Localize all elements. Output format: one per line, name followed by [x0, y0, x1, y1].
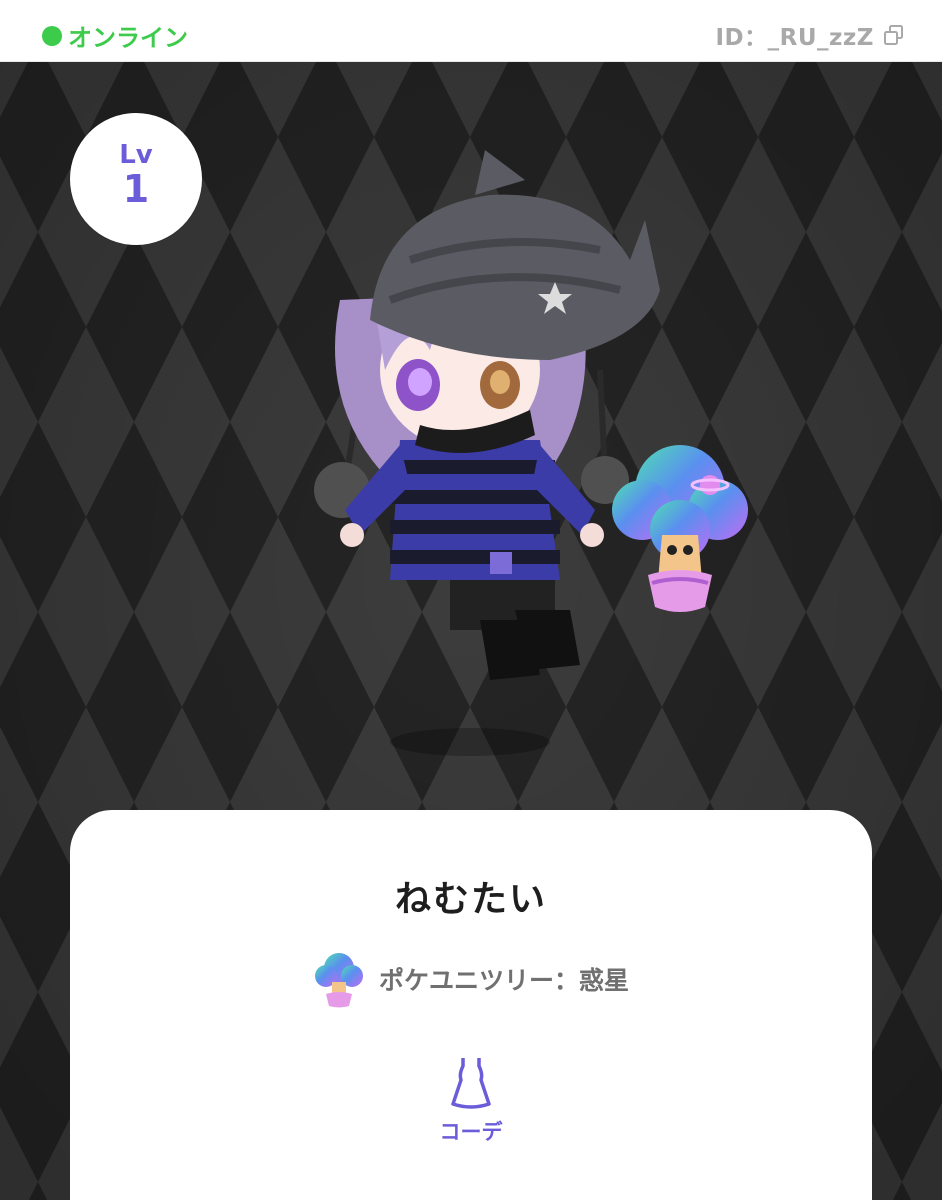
online-label: オンライン — [68, 24, 188, 52]
user-id-label: ID：_RU_zzZ — [715, 25, 874, 51]
item-label: ポケユニツリー：惑星 — [378, 966, 629, 995]
user-id-copy[interactable]: ID：_RU_zzZ — [716, 18, 907, 52]
level-badge: Lv 1 — [70, 113, 202, 245]
coordinate-button[interactable]: コーデ — [70, 1054, 872, 1146]
profile-card: ねむたい ポケユニツリー：惑星 コーデ — [70, 810, 872, 1200]
equipped-item[interactable]: ポケユニツリー：惑星 — [70, 950, 872, 1008]
dress-icon — [451, 1058, 491, 1109]
status-bar: オンライン ID：_RU_zzZ — [0, 0, 942, 62]
online-status: オンライン — [42, 18, 188, 53]
coordinate-label: コーデ — [439, 1120, 503, 1144]
level-label: Lv — [119, 140, 153, 170]
planet-tree-icon — [314, 953, 363, 1008]
nickname: ねむたい — [394, 879, 547, 920]
online-dot — [42, 25, 62, 46]
level-value: 1 — [122, 167, 150, 211]
copy-icon[interactable] — [882, 23, 906, 47]
planet-tree-pet — [612, 445, 748, 612]
